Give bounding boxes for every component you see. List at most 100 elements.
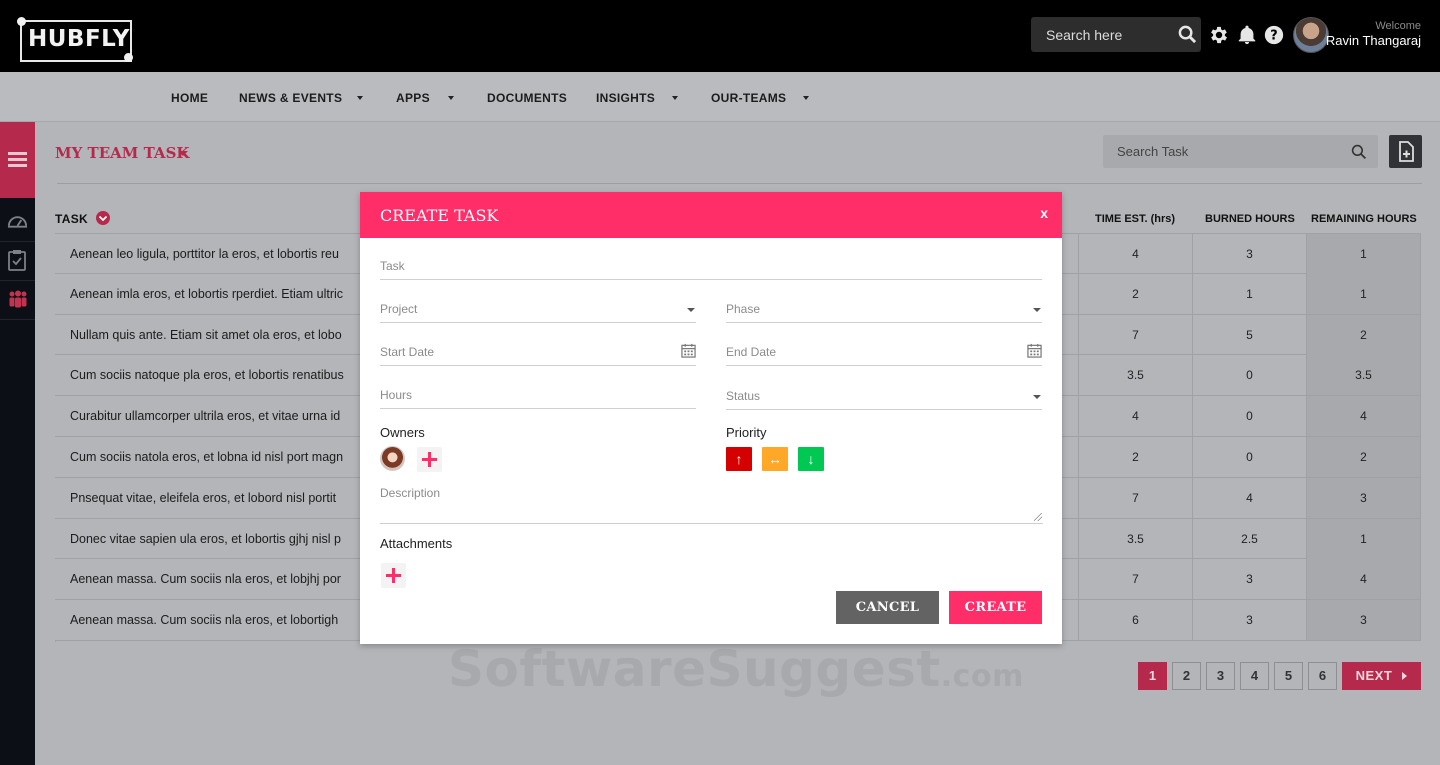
remaining-value: 3 xyxy=(1306,600,1421,641)
chevron-down-icon[interactable] xyxy=(448,96,454,100)
user-name[interactable]: Ravin Thangaraj xyxy=(1326,33,1421,48)
add-task-button[interactable] xyxy=(1389,135,1422,168)
burned-value: 1 xyxy=(1192,273,1306,314)
remaining-value: 4 xyxy=(1306,396,1421,437)
burned-value: 0 xyxy=(1192,355,1306,396)
page-button-5[interactable]: 5 xyxy=(1274,662,1303,690)
chevron-down-icon[interactable] xyxy=(803,96,809,100)
sort-chevron-icon[interactable] xyxy=(96,211,110,225)
nav-home[interactable]: HOME xyxy=(171,91,208,105)
search-icon[interactable] xyxy=(1351,144,1367,160)
next-page-button[interactable]: NEXT xyxy=(1342,662,1421,690)
remaining-value: 1 xyxy=(1306,273,1421,314)
burned-value: 0 xyxy=(1192,436,1306,477)
help-icon[interactable]: ? xyxy=(1263,24,1285,46)
chevron-down-icon[interactable] xyxy=(687,308,695,312)
logo-text: HUBFLY xyxy=(28,26,130,52)
dashboard-icon xyxy=(7,216,28,228)
close-icon[interactable]: x xyxy=(1040,205,1048,221)
team-icon xyxy=(9,290,27,308)
chevron-down-icon[interactable] xyxy=(178,151,188,156)
task-name: Cum sociis natoque pla eros, et lobortis… xyxy=(70,368,344,383)
chevron-down-icon[interactable] xyxy=(1033,395,1041,399)
page-button-4[interactable]: 4 xyxy=(1240,662,1269,690)
priority-medium-button[interactable]: ↔ xyxy=(762,447,788,471)
task-name: Curabitur ullamcorper ultrila eros, et v… xyxy=(70,409,341,424)
priority-high-button[interactable]: ↑ xyxy=(726,447,752,471)
est-value: 2 xyxy=(1078,273,1192,314)
sidebar-item-team[interactable] xyxy=(0,280,35,320)
page-button-1[interactable]: 1 xyxy=(1138,662,1167,690)
est-value: 2 xyxy=(1078,436,1192,477)
add-file-icon xyxy=(1399,141,1414,162)
burned-value: 3 xyxy=(1192,600,1306,641)
bell-icon[interactable] xyxy=(1236,24,1258,46)
add-attachment-button[interactable] xyxy=(381,563,406,588)
left-sidebar xyxy=(0,122,35,765)
sidebar-item-dashboard[interactable] xyxy=(0,202,35,242)
sidebar-item-tasks[interactable] xyxy=(0,241,35,281)
global-search-input[interactable] xyxy=(1031,17,1171,52)
status-select[interactable] xyxy=(726,384,1042,410)
page-title[interactable]: MY TEAM TASK xyxy=(55,144,189,162)
hours-input[interactable] xyxy=(380,383,696,407)
user-avatar[interactable] xyxy=(1293,17,1329,53)
project-input[interactable] xyxy=(380,297,696,321)
task-name: Aenean leo ligula, porttitor la eros, et… xyxy=(70,247,339,261)
phase-select[interactable] xyxy=(726,297,1042,323)
clipboard-icon xyxy=(8,250,26,271)
page-button-2[interactable]: 2 xyxy=(1172,662,1201,690)
nav-insights[interactable]: INSIGHTS xyxy=(596,91,655,105)
status-input[interactable] xyxy=(726,384,1042,408)
priority-label: Priority xyxy=(726,425,767,440)
project-select[interactable] xyxy=(380,297,696,323)
remaining-value: 2 xyxy=(1306,314,1421,355)
column-burned-header: BURNED HOURS xyxy=(1205,213,1295,225)
est-value: 7 xyxy=(1078,314,1192,355)
chevron-down-icon[interactable] xyxy=(357,96,363,100)
calendar-icon[interactable] xyxy=(1027,343,1042,358)
nav-apps[interactable]: APPS xyxy=(396,91,430,105)
gear-icon[interactable] xyxy=(1208,24,1230,46)
hubfly-logo[interactable]: HUBFLY xyxy=(20,20,132,62)
priority-low-button[interactable]: ↓ xyxy=(798,447,824,471)
column-task-header[interactable]: TASK xyxy=(55,212,88,226)
svg-text:?: ? xyxy=(1270,29,1277,44)
nav-news-events[interactable]: NEWS & EVENTS xyxy=(239,91,342,105)
resize-handle-icon[interactable] xyxy=(1034,513,1042,521)
task-name: Aenean massa. Cum sociis nla eros, et lo… xyxy=(70,572,341,587)
phase-input[interactable] xyxy=(726,297,1042,321)
arrow-both-icon: ↔ xyxy=(768,451,782,467)
task-name: Aenean imla eros, et lobortis rperdiet. … xyxy=(70,286,344,301)
task-search-input[interactable] xyxy=(1103,135,1343,168)
est-value: 3.5 xyxy=(1078,355,1192,396)
nav-our-teams[interactable]: OUR-TEAMS xyxy=(711,91,786,105)
task-input[interactable] xyxy=(380,254,1042,278)
attachments-label: Attachments xyxy=(380,536,453,551)
end-date-input[interactable] xyxy=(726,340,1042,364)
watermark: SoftwareSuggest.com xyxy=(448,640,1024,698)
main-nav: HOME NEWS & EVENTS APPS DOCUMENTS INSIGH… xyxy=(0,72,1440,122)
create-button[interactable]: CREATE xyxy=(949,591,1042,624)
page-button-6[interactable]: 6 xyxy=(1308,662,1337,690)
arrow-down-icon: ↓ xyxy=(807,451,815,467)
cancel-button[interactable]: CANCEL xyxy=(836,591,939,624)
chevron-right-icon xyxy=(1402,672,1408,680)
description-input[interactable] xyxy=(380,486,1043,522)
search-icon[interactable] xyxy=(1178,25,1197,44)
menu-icon[interactable] xyxy=(0,122,35,198)
logo-dot-icon xyxy=(17,17,26,26)
page-button-3[interactable]: 3 xyxy=(1206,662,1235,690)
chevron-down-icon[interactable] xyxy=(672,96,678,100)
top-header: HUBFLY ? Welcome Ravin Thangaraj xyxy=(0,0,1440,72)
owner-avatar[interactable] xyxy=(380,446,405,471)
nav-documents[interactable]: DOCUMENTS xyxy=(487,91,567,105)
remaining-value: 1 xyxy=(1306,518,1421,559)
start-date-input[interactable] xyxy=(380,340,696,364)
remaining-value: 3 xyxy=(1306,477,1421,518)
add-owner-button[interactable] xyxy=(417,447,442,472)
calendar-icon[interactable] xyxy=(681,343,696,358)
chevron-down-icon[interactable] xyxy=(1033,308,1041,312)
modal-header: CREATE TASK x xyxy=(360,192,1062,238)
task-field xyxy=(380,254,1042,280)
